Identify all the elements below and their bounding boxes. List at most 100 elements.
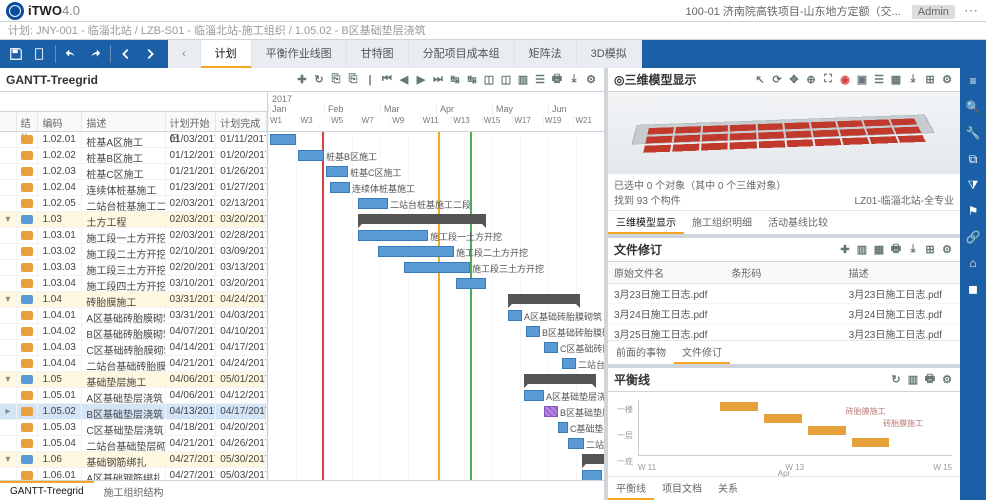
export3d-icon[interactable]: ⤓ <box>906 73 920 87</box>
grid-row[interactable]: 1.05.04二站台基础垫层砌筑04/21/201704/26/2017 <box>0 436 267 452</box>
back-tab-icon[interactable] <box>115 43 137 65</box>
undo-icon[interactable] <box>60 43 82 65</box>
grid-row[interactable]: ▾1.05基础垫层施工04/06/201705/01/2017 <box>0 372 267 388</box>
footer-tab[interactable]: GANTT-Treegrid <box>0 481 94 500</box>
outdent-icon[interactable]: ↹ <box>465 73 479 87</box>
grid-row[interactable]: 1.02.05二站台桩基施工二段02/03/201702/13/2017 <box>0 196 267 212</box>
add-icon[interactable]: ✚ <box>295 73 309 87</box>
orbit-icon[interactable]: ⟳ <box>770 73 784 87</box>
rail-home-icon[interactable]: ⌂ <box>964 254 982 272</box>
bal-tab[interactable]: 平衡线 <box>608 477 654 500</box>
nav-last-icon[interactable]: ⏭ <box>431 73 445 87</box>
gantt-bar[interactable]: 二站台基础砖胎膜砌筑 <box>562 358 576 372</box>
gantt-bar[interactable]: 连续体桩基施工 <box>330 182 350 196</box>
bal-tab[interactable]: 项目文档 <box>654 477 710 500</box>
grid-row[interactable]: 1.04.01A区基础砖胎膜砌筑03/31/201704/03/2017 <box>0 308 267 324</box>
nav-next-icon[interactable]: ▶ <box>414 73 428 87</box>
pan-icon[interactable]: ✥ <box>787 73 801 87</box>
gantt-summary[interactable] <box>582 454 604 468</box>
tool2-icon[interactable]: ◫ <box>499 73 513 87</box>
grid-row[interactable]: 1.05.03C区基础垫层浇筑04/18/201704/20/2017 <box>0 420 267 436</box>
grid-icon[interactable]: ⊞ <box>923 73 937 87</box>
bal-gear-icon[interactable]: ⚙ <box>940 373 954 387</box>
rev-cal-icon[interactable]: ▦ <box>872 243 886 257</box>
bal-view-icon[interactable]: ▥ <box>906 373 920 387</box>
gantt-bar[interactable]: B区基础垫层浇筑 <box>544 406 558 420</box>
3d-tab[interactable]: 施工组织明细 <box>684 211 760 234</box>
main-tab-3[interactable]: 甘特图 <box>347 40 409 68</box>
grid-row[interactable]: 1.04.04二站台基础砖胎膜砌04/21/201704/24/2017 <box>0 356 267 372</box>
3d-viewport[interactable] <box>608 92 960 173</box>
grid-row[interactable]: ▾1.06基础钢筋绑扎04/27/201705/30/2017 <box>0 452 267 468</box>
rev-row[interactable]: 3月24日施工日志.pdf3月24日施工日志.pdf <box>608 304 960 324</box>
grid-row[interactable]: 1.05.01A区基础垫层浇筑04/06/201704/12/2017 <box>0 388 267 404</box>
new-icon[interactable] <box>29 43 51 65</box>
tool4-icon[interactable]: ☰ <box>533 73 547 87</box>
gantt-bar[interactable]: 桩基C区施工 <box>326 166 348 180</box>
gantt-bar[interactable]: A区基础砖胎膜砌筑 <box>508 310 522 324</box>
gantt-summary[interactable] <box>524 374 596 388</box>
nav-prev-icon[interactable]: ◀ <box>397 73 411 87</box>
main-tab-2[interactable]: 平衡作业线图 <box>252 40 347 68</box>
tool3-icon[interactable]: ▥ <box>516 73 530 87</box>
settings-icon[interactable]: ⚙ <box>584 73 598 87</box>
fit-icon[interactable]: ⛶ <box>821 73 835 87</box>
main-tab-0[interactable]: ‹ <box>168 40 201 68</box>
grid-row[interactable]: 1.03.03施工段三土方开挖02/20/201703/13/2017 <box>0 260 267 276</box>
forward-tab-icon[interactable] <box>139 43 161 65</box>
rev-tab[interactable]: 文件修订 <box>674 341 730 364</box>
rail-wrench-icon[interactable]: 🔧 <box>964 124 982 142</box>
rail-copy-icon[interactable]: ⧉ <box>964 150 982 168</box>
user-badge[interactable]: Admin <box>912 5 955 19</box>
refresh-icon[interactable]: ↻ <box>312 73 326 87</box>
bal-tab[interactable]: 关系 <box>710 477 746 500</box>
rail-funnel-icon[interactable]: ⧩ <box>964 176 982 194</box>
gantt-bar[interactable]: 二站台桩基施工二段 <box>358 198 388 212</box>
pick-icon[interactable]: ▣ <box>855 73 869 87</box>
layers-icon[interactable]: ☰ <box>872 73 886 87</box>
cursor-icon[interactable]: ↖ <box>753 73 767 87</box>
gantt-summary[interactable] <box>358 214 486 228</box>
rail-stop-icon[interactable]: ◼ <box>964 280 982 298</box>
bal-print-icon[interactable]: 🖶 <box>923 373 937 387</box>
gantt-bar[interactable] <box>456 278 486 292</box>
rev-grid-icon[interactable]: ⊞ <box>923 243 937 257</box>
rail-search-icon[interactable]: 🔍 <box>964 98 982 116</box>
grid-row[interactable]: 1.02.03桩基C区施工01/21/201701/26/2017 <box>0 164 267 180</box>
gantt-summary[interactable] <box>508 294 580 308</box>
rev-row[interactable]: 3月25日施工日志.pdf3月23日施工日志.pdf <box>608 324 960 340</box>
gear-icon[interactable]: ⚙ <box>940 73 954 87</box>
gantt-bar[interactable]: 施工段三土方开挖 <box>404 262 470 276</box>
rail-flag-icon[interactable]: ⚑ <box>964 202 982 220</box>
3d-tab[interactable]: 活动基线比较 <box>760 211 836 234</box>
grid-row[interactable]: 1.03.04施工段四土方开挖03/10/201703/20/2017 <box>0 276 267 292</box>
grid-row[interactable]: 1.02.02桩基B区施工01/12/201701/20/2017 <box>0 148 267 164</box>
gantt-bar[interactable]: 二站台基础垫层砌筑 <box>568 438 584 452</box>
gantt-bar[interactable]: 施工段二土方开挖 <box>378 246 454 260</box>
3d-tab[interactable]: 三维模型显示 <box>608 211 684 234</box>
gantt-bar[interactable]: A区基础垫层浇筑 <box>524 390 544 404</box>
grid-row[interactable]: 1.04.02B区基础砖胎膜砌筑04/07/201704/10/2017 <box>0 324 267 340</box>
grid-row[interactable]: 1.02.04连续体桩基施工01/23/201701/27/2017 <box>0 180 267 196</box>
link1-icon[interactable]: ⎘ <box>329 73 343 87</box>
iso-icon[interactable]: ◉ <box>838 73 852 87</box>
grid-row[interactable]: 1.06.01A区基础钢筋绑扎04/27/201705/03/2017 <box>0 468 267 480</box>
rail-link-icon[interactable]: 🔗 <box>964 228 982 246</box>
gantt-bar[interactable]: C基础垫层砌筑 <box>558 422 568 436</box>
zoom-icon[interactable]: ⊕ <box>804 73 818 87</box>
save-icon[interactable] <box>5 43 27 65</box>
rev-print-icon[interactable]: 🖶 <box>889 243 903 257</box>
grid-row[interactable]: 1.02.01桩基A区施工01/03/201701/11/2017 <box>0 132 267 148</box>
nav-first-icon[interactable]: ⏮ <box>380 73 394 87</box>
rev-row[interactable]: 3月23日施工日志.pdf3月23日施工日志.pdf <box>608 284 960 304</box>
export-icon[interactable]: ⤓ <box>567 73 581 87</box>
rev-dl-icon[interactable]: ⤓ <box>906 243 920 257</box>
print-icon[interactable]: 🖶 <box>550 73 564 87</box>
grid-row[interactable]: ▾1.04砖胎膜施工03/31/201704/24/2017 <box>0 292 267 308</box>
indent-icon[interactable]: ↹ <box>448 73 462 87</box>
rev-tab[interactable]: 前面的事物 <box>608 341 674 364</box>
gantt-bar[interactable]: 桩基B区施工 <box>298 150 324 164</box>
gantt-bar[interactable] <box>270 134 296 148</box>
rail-menu-icon[interactable]: ≡ <box>964 72 982 90</box>
main-tab-1[interactable]: 计划 <box>201 40 252 68</box>
